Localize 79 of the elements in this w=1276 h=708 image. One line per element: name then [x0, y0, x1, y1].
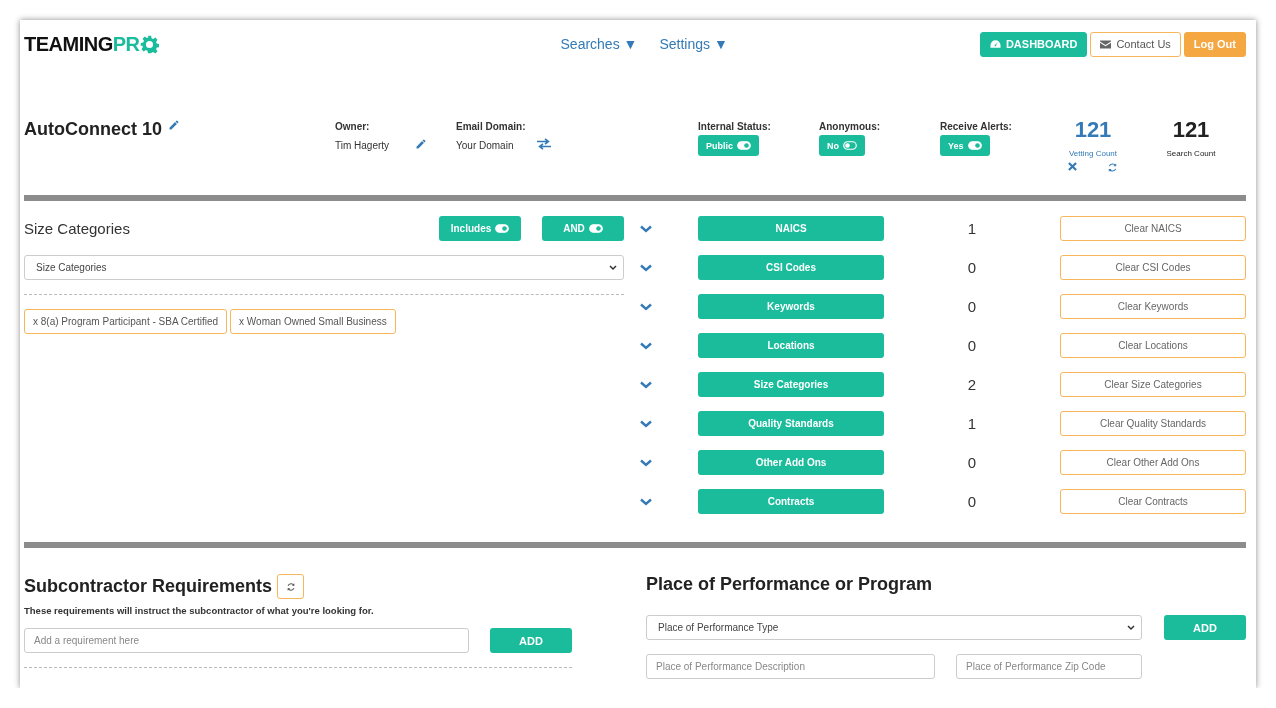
gauge-icon — [989, 39, 1001, 49]
description-input[interactable]: Place of Performance Description — [646, 654, 935, 679]
close-icon[interactable] — [1068, 162, 1077, 171]
swap-arrows-icon[interactable] — [537, 138, 551, 150]
search-count-label: Search Count — [1166, 149, 1216, 158]
filter-button[interactable]: CSI Codes — [698, 255, 884, 280]
status-toggle[interactable]: Yes — [940, 135, 990, 156]
clear-filter-button[interactable]: Clear Size Categories — [1060, 372, 1246, 397]
filter-button[interactable]: Keywords — [698, 294, 884, 319]
requirements-description: These requirements will instruct the subcontractor of what you're looking for. — [24, 605, 375, 616]
chevron-down-icon[interactable] — [640, 497, 652, 506]
contact-button[interactable]: Contact Us — [1090, 31, 1181, 57]
section-title: Subcontractor Requirements — [24, 576, 273, 597]
add-button[interactable]: ADD — [490, 628, 572, 653]
vetting-count: 121 — [1074, 117, 1112, 143]
chevron-down-icon[interactable] — [640, 380, 652, 389]
add-button[interactable]: ADD — [1164, 615, 1246, 640]
edit-title-icon[interactable] — [168, 119, 180, 131]
filter-button[interactable]: Other Add Ons — [698, 450, 884, 475]
owner-label: Owner: — [335, 121, 371, 132]
filter-count: 0 — [967, 337, 977, 354]
panel-title: Size Categories — [24, 220, 130, 237]
dropdown-caret-icon — [1127, 624, 1135, 631]
clear-filter-button[interactable]: Clear Contracts — [1060, 489, 1246, 514]
filter-button[interactable]: Size Categories — [698, 372, 884, 397]
nav-menu-link[interactable]: Settings ▼ — [659, 36, 728, 52]
toggle-label: Internal Status: — [698, 121, 772, 132]
clear-filter-button[interactable]: Clear NAICS — [1060, 216, 1246, 241]
edit-owner-icon[interactable] — [415, 138, 427, 150]
filter-count: 0 — [967, 493, 977, 510]
filter-count: 1 — [967, 220, 977, 237]
filter-count: 2 — [967, 376, 977, 393]
filter-toggle[interactable]: AND — [542, 216, 624, 241]
chevron-down-icon[interactable] — [640, 263, 652, 272]
toggle-label: Anonymous: — [819, 121, 882, 132]
dashboard-button[interactable]: DASHBOARD — [979, 31, 1088, 57]
email-domain-value: Your Domain — [456, 140, 514, 151]
search-title: AutoConnect 10 — [24, 119, 162, 140]
clear-filter-button[interactable]: Clear Keywords — [1060, 294, 1246, 319]
vetting-count-link[interactable]: Vetting Count — [1068, 149, 1117, 158]
chevron-down-icon[interactable] — [640, 341, 652, 350]
requirement-input[interactable]: Add a requirement here — [24, 628, 469, 653]
email-domain-label: Email Domain: — [456, 121, 527, 132]
status-toggle[interactable]: No — [819, 135, 865, 156]
clear-filter-button[interactable]: Clear Locations — [1060, 333, 1246, 358]
clear-filter-button[interactable]: Clear Quality Standards — [1060, 411, 1246, 436]
envelope-icon — [1100, 39, 1112, 49]
filter-count: 0 — [967, 259, 977, 276]
clear-filter-button[interactable]: Clear Other Add Ons — [1060, 450, 1246, 475]
performance-type-select[interactable]: Place of Performance Type — [646, 615, 1142, 640]
category-tag[interactable]: x Woman Owned Small Business — [230, 309, 396, 334]
zip-code-input[interactable]: Place of Performance Zip Code — [956, 654, 1142, 679]
search-count: 121 — [1172, 117, 1210, 143]
nav-menu-link[interactable]: Searches ▼ — [560, 36, 638, 52]
chevron-down-icon[interactable] — [640, 458, 652, 467]
filter-button[interactable]: Contracts — [698, 489, 884, 514]
toggle-label: Receive Alerts: — [940, 121, 1013, 132]
owner-value: Tim Hagerty — [335, 140, 390, 151]
filter-button[interactable]: Locations — [698, 333, 884, 358]
chevron-down-icon[interactable] — [640, 302, 652, 311]
chevron-down-icon[interactable] — [640, 224, 652, 233]
filter-button[interactable]: NAICS — [698, 216, 884, 241]
filter-count: 0 — [967, 298, 977, 315]
clear-filter-button[interactable]: Clear CSI Codes — [1060, 255, 1246, 280]
status-toggle[interactable]: Public — [698, 135, 759, 156]
chevron-down-icon[interactable] — [640, 419, 652, 428]
refresh-button[interactable] — [277, 574, 305, 599]
gear-icon — [139, 34, 159, 54]
refresh-icon[interactable] — [1107, 162, 1118, 173]
dropdown-caret-icon — [609, 264, 617, 271]
filter-toggle[interactable]: Includes — [439, 216, 521, 241]
category-tag[interactable]: x 8(a) Program Participant - SBA Certified — [24, 309, 228, 334]
refresh-icon — [285, 581, 296, 592]
size-categories-select[interactable]: Size Categories — [24, 255, 624, 280]
filter-button[interactable]: Quality Standards — [698, 411, 884, 436]
section-title: Place of Performance or Program — [646, 574, 933, 595]
filter-count: 0 — [967, 454, 977, 471]
filter-count: 1 — [967, 415, 977, 432]
teamingpro-logo[interactable]: TEAMINGPR — [24, 32, 159, 56]
